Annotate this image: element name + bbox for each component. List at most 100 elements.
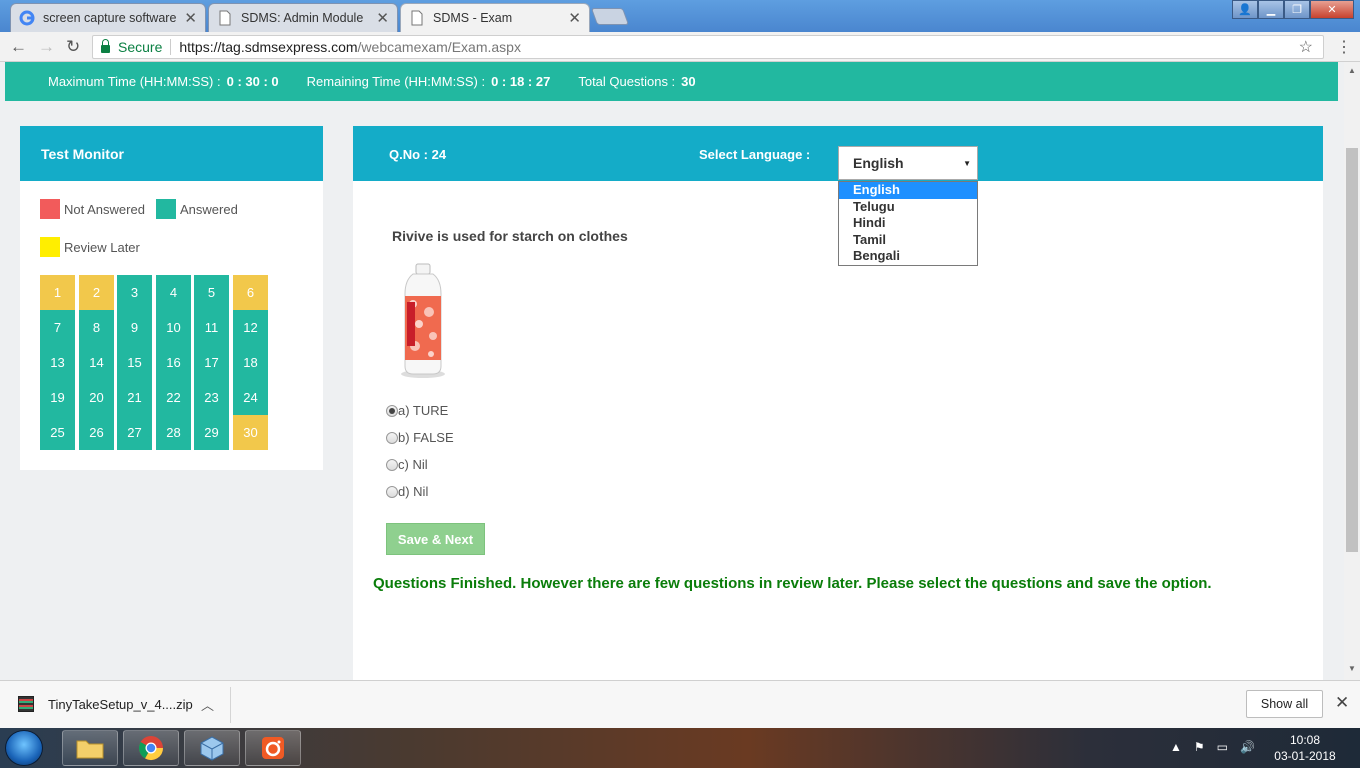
- forward-icon[interactable]: →: [38, 37, 55, 57]
- test-monitor-title: Test Monitor: [20, 126, 323, 181]
- radio-button[interactable]: [386, 485, 398, 498]
- answer-option-b[interactable]: b) FALSE: [386, 430, 454, 445]
- question-cell-8[interactable]: 8: [79, 310, 114, 345]
- show-all-button[interactable]: Show all: [1246, 690, 1323, 718]
- cube-icon: [200, 736, 224, 761]
- question-cell-14[interactable]: 14: [79, 345, 114, 380]
- tab-screen-capture[interactable]: screen capture software ✕: [10, 3, 206, 32]
- option-label: d) Nil: [398, 484, 429, 499]
- question-cell-25[interactable]: 25: [40, 415, 75, 450]
- answer-option-d[interactable]: d) Nil: [386, 484, 428, 499]
- user-icon[interactable]: 👤: [1232, 0, 1258, 19]
- language-select[interactable]: English ▼: [838, 146, 978, 180]
- flag-icon[interactable]: ⚑: [1194, 740, 1205, 754]
- tab-label: SDMS: Admin Module: [241, 11, 364, 25]
- system-tray: ▲ ⚑ ▭ 🔊: [1170, 740, 1255, 754]
- address-bar[interactable]: Secure https://tag.sdmsexpress.com /webc…: [92, 35, 1324, 59]
- radio-button[interactable]: [386, 458, 398, 471]
- question-cell-16[interactable]: 16: [156, 345, 191, 380]
- legend-label: Not Answered: [64, 201, 145, 217]
- divider: [170, 39, 172, 55]
- browser-toolbar: ← → ↻ Secure https://tag.sdmsexpress.com…: [0, 32, 1360, 62]
- question-cell-18[interactable]: 18: [233, 345, 268, 380]
- language-option-hindi[interactable]: Hindi: [839, 215, 977, 232]
- question-cell-28[interactable]: 28: [156, 415, 191, 450]
- question-cell-3[interactable]: 3: [117, 275, 152, 310]
- network-icon[interactable]: ▭: [1217, 740, 1228, 754]
- minimize-button[interactable]: ▁: [1258, 0, 1284, 19]
- question-panel: Q.No : 24 Select Language : English ▼ En…: [353, 126, 1323, 680]
- volume-icon[interactable]: 🔊: [1240, 740, 1255, 754]
- url-host: https://tag.sdmsexpress.com: [179, 39, 358, 55]
- radio-button[interactable]: [386, 404, 398, 417]
- tab-admin-module[interactable]: SDMS: Admin Module ✕: [208, 3, 398, 32]
- question-cell-12[interactable]: 12: [233, 310, 268, 345]
- page-scrollbar[interactable]: ▲ ▼: [1344, 62, 1360, 680]
- start-button[interactable]: [5, 730, 43, 766]
- scroll-down-icon[interactable]: ▼: [1348, 664, 1356, 673]
- radio-button[interactable]: [386, 431, 398, 444]
- question-cell-30[interactable]: 30: [233, 415, 268, 450]
- dropdown-caret-icon: ▼: [963, 159, 971, 168]
- clock-time: 10:08: [1289, 733, 1321, 747]
- language-selected-value: English: [853, 155, 904, 171]
- question-cell-23[interactable]: 23: [194, 380, 229, 415]
- answer-option-a[interactable]: a) TURE: [386, 403, 448, 418]
- question-cell-17[interactable]: 17: [194, 345, 229, 380]
- question-cell-4[interactable]: 4: [156, 275, 191, 310]
- question-cell-9[interactable]: 9: [117, 310, 152, 345]
- question-cell-15[interactable]: 15: [117, 345, 152, 380]
- scrollbar-thumb[interactable]: [1346, 148, 1358, 552]
- secure-indicator[interactable]: Secure: [101, 39, 162, 55]
- question-cell-21[interactable]: 21: [117, 380, 152, 415]
- question-cell-22[interactable]: 22: [156, 380, 191, 415]
- language-option-tamil[interactable]: Tamil: [839, 232, 977, 249]
- test-monitor-panel: Test Monitor Not Answered Answered Revie…: [20, 126, 323, 470]
- question-cell-26[interactable]: 26: [79, 415, 114, 450]
- reload-icon[interactable]: ↻: [66, 37, 80, 57]
- question-cell-19[interactable]: 19: [40, 380, 75, 415]
- bookmark-star-icon[interactable]: ☆: [1299, 37, 1313, 57]
- language-option-bengali[interactable]: Bengali: [839, 248, 977, 265]
- answered-swatch: [156, 199, 176, 219]
- remaining-time-label: Remaining Time (HH:MM:SS) :: [306, 74, 486, 89]
- download-file-name: TinyTakeSetup_v_4....zip: [48, 696, 193, 712]
- answer-option-c[interactable]: c) Nil: [386, 457, 428, 472]
- file-explorer-button[interactable]: [62, 730, 118, 766]
- question-cell-27[interactable]: 27: [117, 415, 152, 450]
- question-cell-7[interactable]: 7: [40, 310, 75, 345]
- language-option-telugu[interactable]: Telugu: [839, 199, 977, 216]
- restore-button[interactable]: ❐: [1284, 0, 1310, 19]
- close-shelf-icon[interactable]: ✕: [1335, 693, 1349, 713]
- question-cell-24[interactable]: 24: [233, 380, 268, 415]
- language-option-english[interactable]: English: [839, 182, 977, 199]
- tab-sdms-exam[interactable]: SDMS - Exam ✕: [400, 3, 590, 32]
- google-icon: [19, 10, 35, 26]
- close-tab-icon[interactable]: ✕: [568, 9, 581, 27]
- question-cell-2[interactable]: 2: [79, 275, 114, 310]
- download-item[interactable]: TinyTakeSetup_v_4....zip: [18, 696, 193, 712]
- question-cell-1[interactable]: 1: [40, 275, 75, 310]
- question-cell-6[interactable]: 6: [233, 275, 268, 310]
- new-tab-button[interactable]: [590, 8, 630, 25]
- question-cell-29[interactable]: 29: [194, 415, 229, 450]
- screen-recorder-button[interactable]: [245, 730, 301, 766]
- question-cell-11[interactable]: 11: [194, 310, 229, 345]
- close-tab-icon[interactable]: ✕: [184, 9, 197, 27]
- save-next-button[interactable]: Save & Next: [386, 523, 485, 555]
- question-cell-5[interactable]: 5: [194, 275, 229, 310]
- browser-menu-icon[interactable]: ⋮: [1336, 37, 1352, 57]
- back-icon[interactable]: ←: [10, 37, 27, 57]
- scroll-up-icon[interactable]: ▲: [1348, 66, 1356, 75]
- question-cell-10[interactable]: 10: [156, 310, 191, 345]
- close-tab-icon[interactable]: ✕: [376, 9, 389, 27]
- page-viewport: Maximum Time (HH:MM:SS) : 0 : 30 : 0 Rem…: [0, 62, 1344, 680]
- virtualbox-button[interactable]: [184, 730, 240, 766]
- chrome-button[interactable]: [123, 730, 179, 766]
- tray-expand-icon[interactable]: ▲: [1170, 740, 1182, 754]
- system-clock[interactable]: 10:08 03-01-2018: [1270, 732, 1340, 764]
- close-window-button[interactable]: ✕: [1310, 0, 1354, 19]
- question-cell-13[interactable]: 13: [40, 345, 75, 380]
- question-cell-20[interactable]: 20: [79, 380, 114, 415]
- chevron-up-icon[interactable]: ︿: [201, 695, 214, 714]
